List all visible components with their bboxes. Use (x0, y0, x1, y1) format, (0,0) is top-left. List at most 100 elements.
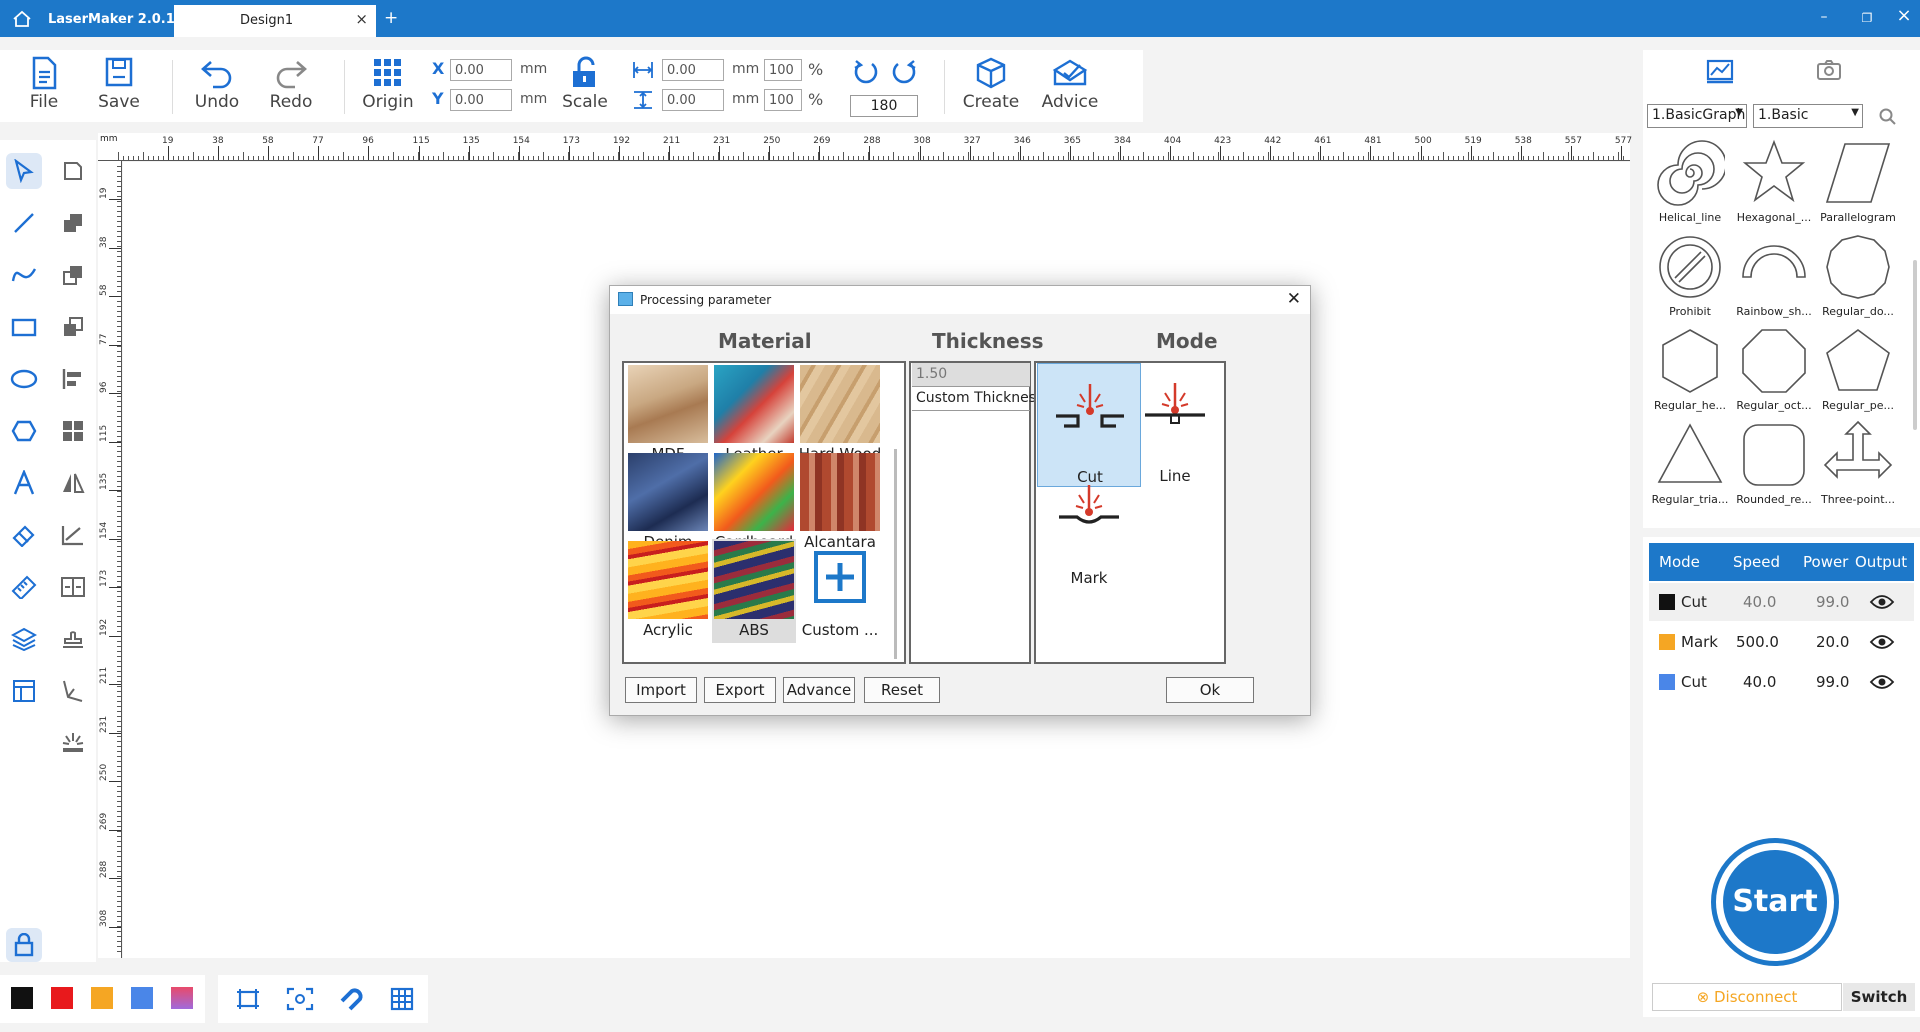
advice-button[interactable]: Advice (1038, 56, 1102, 112)
split-tool[interactable] (55, 569, 91, 605)
layer-row[interactable]: Mark 500.0 20.0 (1649, 623, 1914, 661)
material-acrylic[interactable]: Acrylic (626, 539, 710, 643)
start-button[interactable]: Start (1711, 838, 1839, 966)
shape-rainbow[interactable]: Rainbow_sh... (1733, 232, 1815, 326)
dialog-close-icon[interactable]: ✕ (1287, 289, 1301, 309)
shape-prohibit[interactable]: Prohibit (1649, 232, 1731, 326)
grid-icon[interactable] (390, 987, 414, 1011)
ok-button[interactable]: Ok (1166, 677, 1254, 703)
material-custom[interactable]: Custom ... (798, 539, 882, 643)
node-edit-tool[interactable] (55, 153, 91, 189)
stamp-tool[interactable] (55, 621, 91, 657)
material-scrollbar[interactable] (894, 449, 897, 659)
shape-parallelogram[interactable]: Parallelogram (1817, 138, 1899, 232)
ellipse-tool[interactable] (6, 361, 42, 397)
library-scrollbar[interactable] (1913, 260, 1917, 430)
swatch-gradient[interactable] (171, 987, 193, 1009)
polygon-tool[interactable] (6, 413, 42, 449)
eye-icon[interactable] (1869, 634, 1895, 650)
close-window-button[interactable]: × (1894, 5, 1914, 26)
width-input[interactable] (662, 59, 724, 81)
mode-mark[interactable]: Mark (1037, 465, 1141, 589)
switch-button[interactable]: Switch (1843, 983, 1915, 1011)
array-tool[interactable] (55, 413, 91, 449)
shape-regular-octagon[interactable]: Regular_oct... (1733, 326, 1815, 420)
shape-regular-dodecagon[interactable]: Regular_do... (1817, 232, 1899, 326)
swatch-red[interactable] (51, 987, 73, 1009)
combine-tool[interactable] (55, 205, 91, 241)
swatch-orange[interactable] (91, 987, 113, 1009)
file-button[interactable]: File (22, 56, 66, 112)
search-icon[interactable] (1879, 108, 1897, 126)
rotation-input[interactable]: 180 (850, 95, 918, 117)
tab-design1[interactable]: Design1 × (174, 5, 376, 37)
layer-row[interactable]: Cut 40.0 99.0 (1649, 663, 1914, 701)
line-tool[interactable] (6, 205, 42, 241)
shape-rounded-rectangle[interactable]: Rounded_re... (1733, 420, 1815, 514)
library-sub-select[interactable]: 1.Basic ▼ (1753, 104, 1863, 128)
eye-icon[interactable] (1869, 674, 1895, 690)
material-abs[interactable]: ABS (712, 539, 796, 643)
rotate-cw-icon[interactable] (890, 58, 918, 86)
shape-hexagonal-star[interactable]: Hexagonal_... (1733, 138, 1815, 232)
ruler-tool[interactable] (6, 569, 42, 605)
magnet-icon[interactable] (338, 987, 364, 1011)
height-input[interactable] (662, 89, 724, 111)
measure-angle-tool[interactable] (55, 517, 91, 553)
camera-tab-icon[interactable] (1815, 58, 1843, 82)
import-button[interactable]: Import (625, 677, 697, 703)
rectangle-tool[interactable] (6, 309, 42, 345)
height-percent-input[interactable] (764, 89, 802, 111)
minimize-button[interactable]: – (1814, 9, 1834, 25)
home-icon[interactable] (12, 10, 32, 28)
eraser-tool[interactable] (6, 517, 42, 553)
mirror-tool[interactable] (55, 465, 91, 501)
shape-three-point-arrow[interactable]: Three-point... (1817, 420, 1899, 514)
lock-button[interactable] (6, 928, 42, 962)
rotate-ccw-icon[interactable] (852, 58, 880, 86)
zoom-fit-icon[interactable] (286, 987, 314, 1011)
redo-button[interactable]: Redo (266, 56, 316, 112)
custom-thickness-item[interactable]: Custom Thickness (912, 387, 1043, 411)
restore-button[interactable]: ❐ (1857, 11, 1877, 25)
shape-regular-hexagon[interactable]: Regular_he... (1649, 326, 1731, 420)
layers-tool[interactable] (6, 621, 42, 657)
tab-close-icon[interactable]: × (355, 10, 368, 28)
swatch-blue[interactable] (131, 987, 153, 1009)
laser-tool[interactable] (55, 725, 91, 761)
x-position-input[interactable] (450, 59, 512, 81)
reset-button[interactable]: Reset (864, 677, 940, 703)
panel-tool[interactable] (6, 673, 42, 709)
export-button[interactable]: Export (704, 677, 776, 703)
y-position-input[interactable] (450, 89, 512, 111)
align-tool[interactable] (55, 361, 91, 397)
advance-button[interactable]: Advance (783, 677, 855, 703)
thickness-item[interactable]: 1.50 (912, 363, 1030, 387)
disconnect-button[interactable]: ⊗ Disconnect (1652, 983, 1842, 1011)
layer-row[interactable]: Cut 40.0 99.0 (1649, 583, 1914, 621)
copy-tool[interactable] (55, 257, 91, 293)
shape-regular-triangle[interactable]: Regular_tria... (1649, 420, 1731, 514)
curve-tool[interactable] (6, 257, 42, 293)
scale-lock-button[interactable]: Scale (560, 56, 610, 112)
ruler-tick (633, 156, 634, 160)
select-tool[interactable] (6, 153, 42, 189)
fit-frame-icon[interactable] (235, 987, 261, 1011)
origin-button[interactable]: Origin (360, 56, 416, 112)
create-button[interactable]: Create (960, 56, 1022, 112)
swatch-black[interactable] (11, 987, 33, 1009)
new-tab-button[interactable]: + (384, 8, 398, 28)
graphics-library-tab-icon[interactable] (1705, 58, 1735, 84)
eye-icon[interactable] (1869, 594, 1895, 610)
shape-regular-pentagon[interactable]: Regular_pe... (1817, 326, 1899, 420)
save-button[interactable]: Save (96, 56, 142, 112)
pen-tool[interactable] (55, 673, 91, 709)
text-tool[interactable] (6, 465, 42, 501)
library-group-select[interactable]: 1.BasicGraph ▼ (1647, 104, 1747, 128)
shape-helical-line[interactable]: Helical_line (1649, 138, 1731, 232)
subtract-tool[interactable] (55, 309, 91, 345)
processing-parameter-dialog: Processing parameter ✕ Material Thicknes… (609, 285, 1311, 716)
undo-button[interactable]: Undo (192, 56, 242, 112)
ruler-tick (693, 152, 694, 160)
width-percent-input[interactable] (764, 59, 802, 81)
